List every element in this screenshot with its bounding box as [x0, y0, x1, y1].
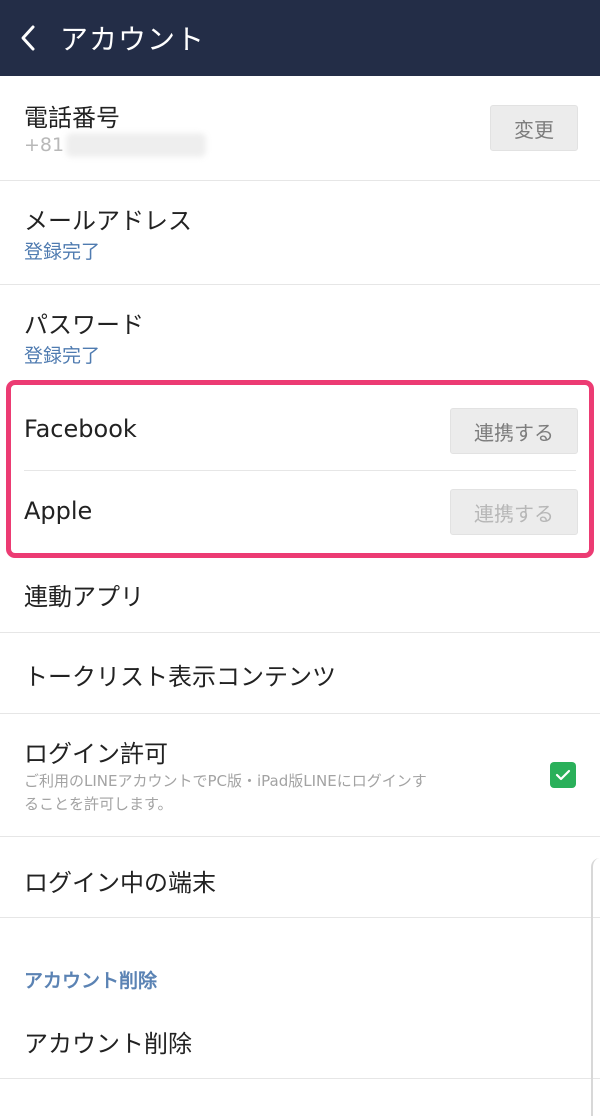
chevron-left-icon [21, 25, 35, 51]
description-line: ることを許可します。 [24, 795, 173, 813]
phone-number-value: +81 [24, 134, 65, 156]
talk-list-label: トークリスト表示コンテンツ [24, 663, 336, 691]
logged-in-devices-label: ログイン中の端末 [24, 869, 216, 897]
phone-number-label: 電話番号 [24, 104, 120, 132]
scroll-edge [591, 858, 600, 1116]
app-header: アカウント [0, 0, 600, 76]
description-line: ご利用のLINEアカウントでPC版・iPad版LINEにログインす [24, 772, 427, 790]
page-title: アカウント [60, 23, 206, 56]
apple-label: Apple [24, 497, 93, 525]
divider [0, 917, 600, 918]
talk-list-row[interactable]: トークリスト表示コンテンツ [0, 633, 600, 713]
divider [0, 1078, 600, 1079]
facebook-row: Facebook 連携する [0, 390, 600, 470]
email-row[interactable]: メールアドレス 登録完了 [0, 181, 600, 284]
link-apple-button[interactable]: 連携する [450, 489, 578, 535]
link-facebook-button[interactable]: 連携する [450, 408, 578, 454]
apple-row: Apple 連携する [0, 471, 600, 551]
redacted-phone-number [66, 133, 206, 157]
phone-number-row: 電話番号 +81 変更 [0, 76, 600, 180]
login-permission-checkbox[interactable] [550, 762, 576, 788]
password-status: 登録完了 [24, 345, 101, 367]
account-delete-row[interactable]: アカウント削除 [0, 1000, 600, 1078]
back-button[interactable] [16, 18, 40, 58]
section-header-account-delete: アカウント削除 [24, 970, 158, 992]
login-permission-description: ご利用のLINEアカウントでPC版・iPad版LINEにログインす ることを許可… [24, 770, 524, 816]
change-phone-button[interactable]: 変更 [490, 105, 578, 151]
linked-apps-row[interactable]: 連動アプリ [0, 558, 600, 632]
email-status: 登録完了 [24, 241, 101, 263]
facebook-label: Facebook [24, 415, 137, 443]
account-delete-label: アカウント削除 [24, 1030, 192, 1058]
login-permission-label: ログイン許可 [24, 740, 168, 768]
email-label: メールアドレス [24, 207, 192, 235]
check-icon [555, 769, 571, 781]
password-row[interactable]: パスワード 登録完了 [0, 285, 600, 380]
logged-in-devices-row[interactable]: ログイン中の端末 [0, 837, 600, 917]
password-label: パスワード [24, 311, 144, 339]
linked-apps-label: 連動アプリ [24, 583, 144, 611]
